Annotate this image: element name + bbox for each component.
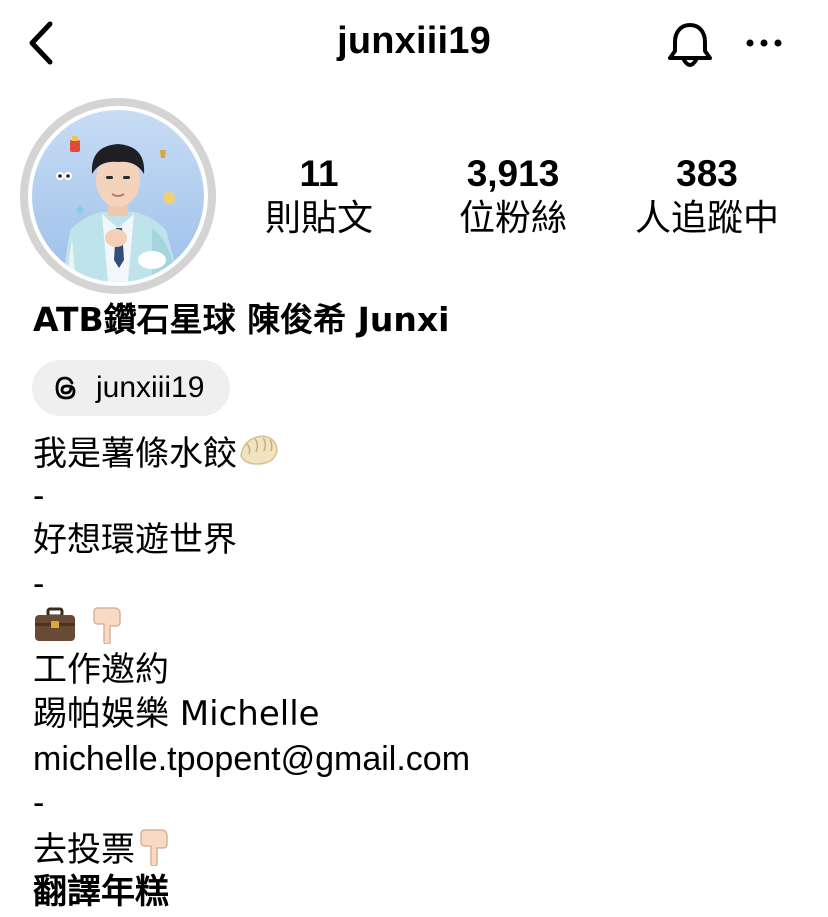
bio-line-1: 我是薯條水餃: [33, 430, 281, 481]
following-count-value: 383: [676, 153, 738, 194]
bio-dash-2: -: [33, 565, 45, 603]
bio-dash-3: -: [33, 784, 45, 822]
posts-count-label: 則貼文: [264, 198, 373, 239]
threads-handle: junxiii19: [96, 371, 205, 404]
bio-line-6-text: 去投票: [33, 830, 135, 870]
following-count[interactable]: 383 人追蹤中: [626, 152, 788, 242]
profile-full-name: ATB鑽石星球 陳俊希 Junxi: [33, 300, 450, 339]
threads-link[interactable]: junxiii19: [32, 360, 230, 416]
posts-count[interactable]: 11 則貼文: [244, 152, 394, 242]
followers-count[interactable]: 3,913 位粉絲: [438, 152, 588, 242]
followers-count-value: 3,913: [466, 153, 560, 194]
profile-avatar[interactable]: [20, 98, 216, 294]
avatar-photo: [32, 110, 204, 282]
avatar-border: [28, 106, 208, 286]
dumpling-emoji: [237, 430, 281, 481]
bio-dash-1: -: [33, 477, 45, 515]
notifications-button[interactable]: [664, 18, 716, 70]
bio-line-7-link[interactable]: 翻譯年糕: [33, 870, 169, 914]
threads-icon: [55, 376, 76, 400]
followers-count-label: 位粉絲: [458, 198, 567, 239]
bio-line-4: 踢帕娛樂 Michelle: [33, 694, 320, 734]
more-horizontal-icon: [746, 39, 782, 47]
profile-header: junxiii19: [0, 0, 828, 90]
bio-line-3: 工作邀約: [33, 650, 169, 690]
posts-count-value: 11: [299, 153, 339, 194]
bio-line-1-text: 我是薯條水餃: [33, 434, 237, 474]
bio-email-link[interactable]: michelle.tpopent@gmail.com: [33, 737, 470, 781]
bell-icon: [668, 23, 712, 67]
bio-line-2: 好想環遊世界: [33, 520, 237, 560]
more-options-button[interactable]: [742, 28, 786, 58]
following-count-label: 人追蹤中: [634, 198, 779, 239]
